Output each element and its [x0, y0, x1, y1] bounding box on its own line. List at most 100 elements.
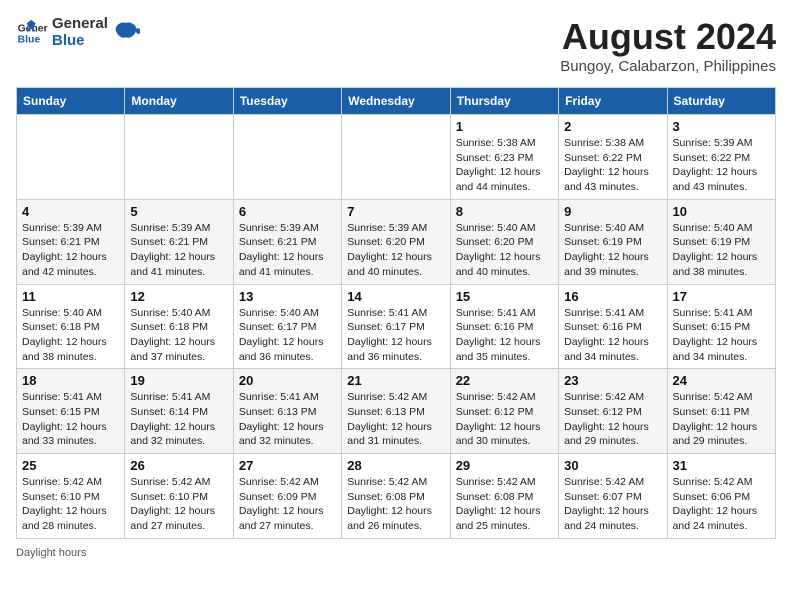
day-info: Sunrise: 5:40 AM Sunset: 6:20 PM Dayligh…	[456, 221, 553, 280]
day-info: Sunrise: 5:39 AM Sunset: 6:21 PM Dayligh…	[130, 221, 227, 280]
day-number: 7	[347, 204, 444, 219]
day-info: Sunrise: 5:39 AM Sunset: 6:20 PM Dayligh…	[347, 221, 444, 280]
day-number: 1	[456, 119, 553, 134]
day-of-week-header: Thursday	[450, 88, 558, 115]
day-info: Sunrise: 5:38 AM Sunset: 6:23 PM Dayligh…	[456, 136, 553, 195]
calendar-cell: 31Sunrise: 5:42 AM Sunset: 6:06 PM Dayli…	[667, 454, 775, 539]
day-number: 12	[130, 289, 227, 304]
calendar-cell	[233, 115, 341, 200]
day-of-week-header: Monday	[125, 88, 233, 115]
day-info: Sunrise: 5:41 AM Sunset: 6:16 PM Dayligh…	[564, 306, 661, 365]
day-number: 30	[564, 458, 661, 473]
day-of-week-header: Wednesday	[342, 88, 450, 115]
day-number: 19	[130, 373, 227, 388]
day-info: Sunrise: 5:38 AM Sunset: 6:22 PM Dayligh…	[564, 136, 661, 195]
day-number: 23	[564, 373, 661, 388]
calendar-cell: 27Sunrise: 5:42 AM Sunset: 6:09 PM Dayli…	[233, 454, 341, 539]
calendar-cell: 29 Sunrise: 5:42 AM Sunset: 6:08 PM Dayli…	[450, 454, 558, 539]
day-of-week-header: Sunday	[17, 88, 125, 115]
calendar-cell: 15 Sunrise: 5:41 AM Sunset: 6:16 PM Dayli…	[450, 284, 558, 369]
calendar-cell: 4Sunrise: 5:39 AM Sunset: 6:21 PM Daylig…	[17, 199, 125, 284]
calendar-cell: 7 Sunrise: 5:39 AM Sunset: 6:20 PM Daylig…	[342, 199, 450, 284]
calendar-cell: 28 Sunrise: 5:42 AM Sunset: 6:08 PM Dayli…	[342, 454, 450, 539]
footer-note: Daylight hours	[16, 547, 86, 559]
day-info: Sunrise: 5:41 AM Sunset: 6:15 PM Dayligh…	[22, 390, 119, 449]
day-info: Sunrise: 5:39 AM Sunset: 6:21 PM Dayligh…	[239, 221, 336, 280]
calendar-cell: 19 Sunrise: 5:41 AM Sunset: 6:14 PM Dayli…	[125, 369, 233, 454]
day-number: 16	[564, 289, 661, 304]
day-info: Sunrise: 5:40 AM Sunset: 6:17 PM Dayligh…	[239, 306, 336, 365]
day-info: Sunrise: 5:40 AM Sunset: 6:18 PM Dayligh…	[130, 306, 227, 365]
day-number: 6	[239, 204, 336, 219]
logo-icon: General Blue	[16, 17, 48, 49]
day-number: 11	[22, 289, 119, 304]
calendar-week-row: 4Sunrise: 5:39 AM Sunset: 6:21 PM Daylig…	[17, 199, 776, 284]
day-info: Sunrise: 5:42 AM Sunset: 6:11 PM Dayligh…	[673, 390, 770, 449]
calendar-cell: 25Sunrise: 5:42 AM Sunset: 6:10 PM Dayli…	[17, 454, 125, 539]
day-info: Sunrise: 5:42 AM Sunset: 6:12 PM Dayligh…	[456, 390, 553, 449]
day-info: Sunrise: 5:42 AM Sunset: 6:08 PM Dayligh…	[347, 475, 444, 534]
calendar-week-row: 25 Sunrise: 5:42 AM Sunset: 6:10 PM Dayli…	[17, 454, 776, 539]
subtitle: Bungoy, Calabarzon, Philippines	[560, 58, 776, 75]
day-number: 3	[673, 119, 770, 134]
day-number: 13	[239, 289, 336, 304]
day-number: 20	[239, 373, 336, 388]
calendar-cell: 22 Sunrise: 5:42 AM Sunset: 6:12 PM Dayli…	[450, 369, 558, 454]
day-info: Sunrise: 5:42 AM Sunset: 6:10 PM Dayligh…	[130, 475, 227, 534]
day-number: 8	[456, 204, 553, 219]
day-number: 9	[564, 204, 661, 219]
calendar-cell: 17Sunrise: 5:41 AM Sunset: 6:15 PM Dayli…	[667, 284, 775, 369]
day-info: Sunrise: 5:42 AM Sunset: 6:12 PM Dayligh…	[564, 390, 661, 449]
calendar-cell: 21 Sunrise: 5:42 AM Sunset: 6:13 PM Dayli…	[342, 369, 450, 454]
calendar-week-row: 1 Sunrise: 5:38 AM Sunset: 6:23 PM Daylig…	[17, 115, 776, 200]
day-number: 25	[22, 458, 119, 473]
calendar-cell: 23 Sunrise: 5:42 AM Sunset: 6:12 PM Dayli…	[559, 369, 667, 454]
day-info: Sunrise: 5:39 AM Sunset: 6:21 PM Dayligh…	[22, 221, 119, 280]
day-info: Sunrise: 5:41 AM Sunset: 6:15 PM Dayligh…	[673, 306, 770, 365]
day-number: 24	[673, 373, 770, 388]
calendar-cell: 18 Sunrise: 5:41 AM Sunset: 6:15 PM Dayli…	[17, 369, 125, 454]
calendar-cell: 30 Sunrise: 5:42 AM Sunset: 6:07 PM Dayli…	[559, 454, 667, 539]
day-info: Sunrise: 5:42 AM Sunset: 6:08 PM Dayligh…	[456, 475, 553, 534]
calendar-cell	[342, 115, 450, 200]
day-info: Sunrise: 5:40 AM Sunset: 6:19 PM Dayligh…	[564, 221, 661, 280]
day-number: 15	[456, 289, 553, 304]
calendar-cell: 26 Sunrise: 5:42 AM Sunset: 6:10 PM Dayli…	[125, 454, 233, 539]
day-info: Sunrise: 5:42 AM Sunset: 6:09 PM Dayligh…	[239, 475, 336, 534]
day-number: 21	[347, 373, 444, 388]
day-info: Sunrise: 5:40 AM Sunset: 6:18 PM Dayligh…	[22, 306, 119, 365]
title-block: August 2024 Bungoy, Calabarzon, Philippi…	[560, 16, 776, 75]
day-info: Sunrise: 5:39 AM Sunset: 6:22 PM Dayligh…	[673, 136, 770, 195]
day-info: Sunrise: 5:40 AM Sunset: 6:19 PM Dayligh…	[673, 221, 770, 280]
footer: Daylight hours	[16, 547, 776, 559]
logo-general: General	[52, 16, 108, 33]
day-number: 28	[347, 458, 444, 473]
calendar-cell: 5 Sunrise: 5:39 AM Sunset: 6:21 PM Daylig…	[125, 199, 233, 284]
day-number: 5	[130, 204, 227, 219]
day-info: Sunrise: 5:41 AM Sunset: 6:13 PM Dayligh…	[239, 390, 336, 449]
day-info: Sunrise: 5:42 AM Sunset: 6:07 PM Dayligh…	[564, 475, 661, 534]
day-number: 18	[22, 373, 119, 388]
day-of-week-header: Tuesday	[233, 88, 341, 115]
day-info: Sunrise: 5:41 AM Sunset: 6:17 PM Dayligh…	[347, 306, 444, 365]
calendar-cell: 9 Sunrise: 5:40 AM Sunset: 6:19 PM Daylig…	[559, 199, 667, 284]
calendar-cell: 10Sunrise: 5:40 AM Sunset: 6:19 PM Dayli…	[667, 199, 775, 284]
calendar-cell: 13 Sunrise: 5:40 AM Sunset: 6:17 PM Dayli…	[233, 284, 341, 369]
day-number: 29	[456, 458, 553, 473]
calendar-cell: 3 Sunrise: 5:39 AM Sunset: 6:22 PM Daylig…	[667, 115, 775, 200]
calendar-cell: 12 Sunrise: 5:40 AM Sunset: 6:18 PM Dayli…	[125, 284, 233, 369]
day-info: Sunrise: 5:41 AM Sunset: 6:14 PM Dayligh…	[130, 390, 227, 449]
logo-bird-icon	[112, 19, 140, 47]
calendar-cell: 14Sunrise: 5:41 AM Sunset: 6:17 PM Dayli…	[342, 284, 450, 369]
page-header: General Blue General Blue August 2024 Bu…	[16, 16, 776, 75]
calendar-week-row: 11 Sunrise: 5:40 AM Sunset: 6:18 PM Dayli…	[17, 284, 776, 369]
calendar-table: SundayMondayTuesdayWednesdayThursdayFrid…	[16, 87, 776, 539]
day-number: 26	[130, 458, 227, 473]
logo-blue: Blue	[52, 33, 108, 50]
day-info: Sunrise: 5:41 AM Sunset: 6:16 PM Dayligh…	[456, 306, 553, 365]
day-of-week-header: Friday	[559, 88, 667, 115]
day-info: Sunrise: 5:42 AM Sunset: 6:06 PM Dayligh…	[673, 475, 770, 534]
day-info: Sunrise: 5:42 AM Sunset: 6:13 PM Dayligh…	[347, 390, 444, 449]
day-number: 22	[456, 373, 553, 388]
calendar-cell	[125, 115, 233, 200]
